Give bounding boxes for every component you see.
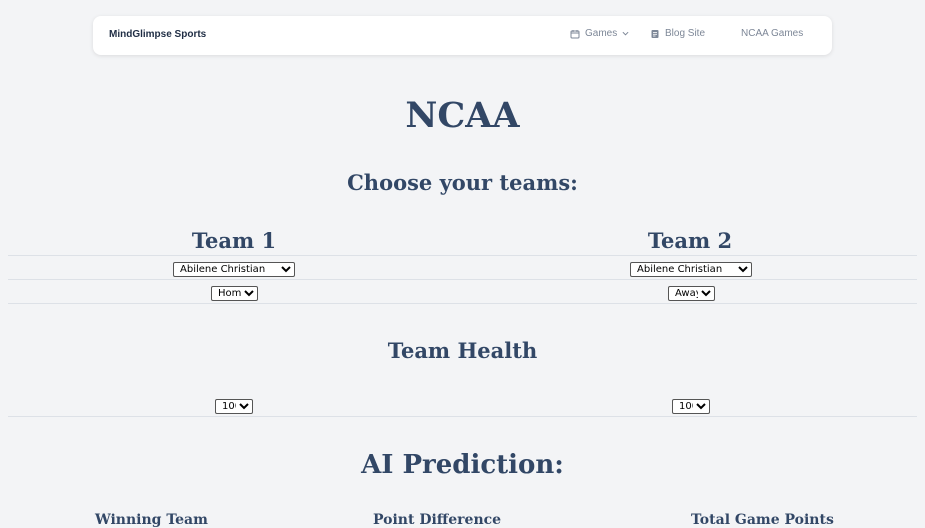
team2-location-select[interactable]: Away — [668, 286, 715, 301]
team-health-heading: Team Health — [387, 338, 538, 363]
page-title: NCAA — [405, 95, 520, 136]
ncaa-games-label: NCAA Games — [741, 28, 804, 39]
team1-heading: Team 1 — [191, 228, 277, 253]
ai-prediction-heading: AI Prediction: — [361, 450, 564, 480]
team2-heading: Team 2 — [647, 228, 733, 253]
divider — [8, 416, 917, 417]
divider — [8, 279, 917, 280]
chevron-down-icon — [622, 31, 629, 36]
blog-site-link[interactable]: Blog Site — [650, 28, 705, 39]
games-menu[interactable]: Games — [570, 28, 629, 39]
winning-team-label: Winning Team — [95, 512, 208, 528]
point-difference-label: Point Difference — [373, 512, 502, 528]
team2-select[interactable]: Abilene Christian — [630, 262, 752, 277]
total-game-points-label: Total Game Points — [691, 512, 834, 528]
team1-location-select[interactable]: Home — [211, 286, 258, 301]
calendar-icon — [570, 29, 580, 38]
ncaa-games-link[interactable]: NCAA Games — [741, 28, 803, 39]
top-navbar: MindGlimpse Sports Games Blog Site NCAA … — [93, 16, 832, 55]
document-icon — [651, 29, 659, 38]
games-label: Games — [585, 28, 618, 39]
divider — [8, 255, 917, 256]
team1-health-select[interactable]: 100% — [215, 399, 253, 414]
blog-label: Blog Site — [665, 28, 706, 39]
choose-teams-heading: Choose your teams: — [347, 170, 578, 195]
team2-health-select[interactable]: 100% — [672, 399, 710, 414]
brand-name[interactable]: MindGlimpse Sports — [109, 29, 206, 40]
divider — [8, 303, 917, 304]
team1-select[interactable]: Abilene Christian — [173, 262, 295, 277]
